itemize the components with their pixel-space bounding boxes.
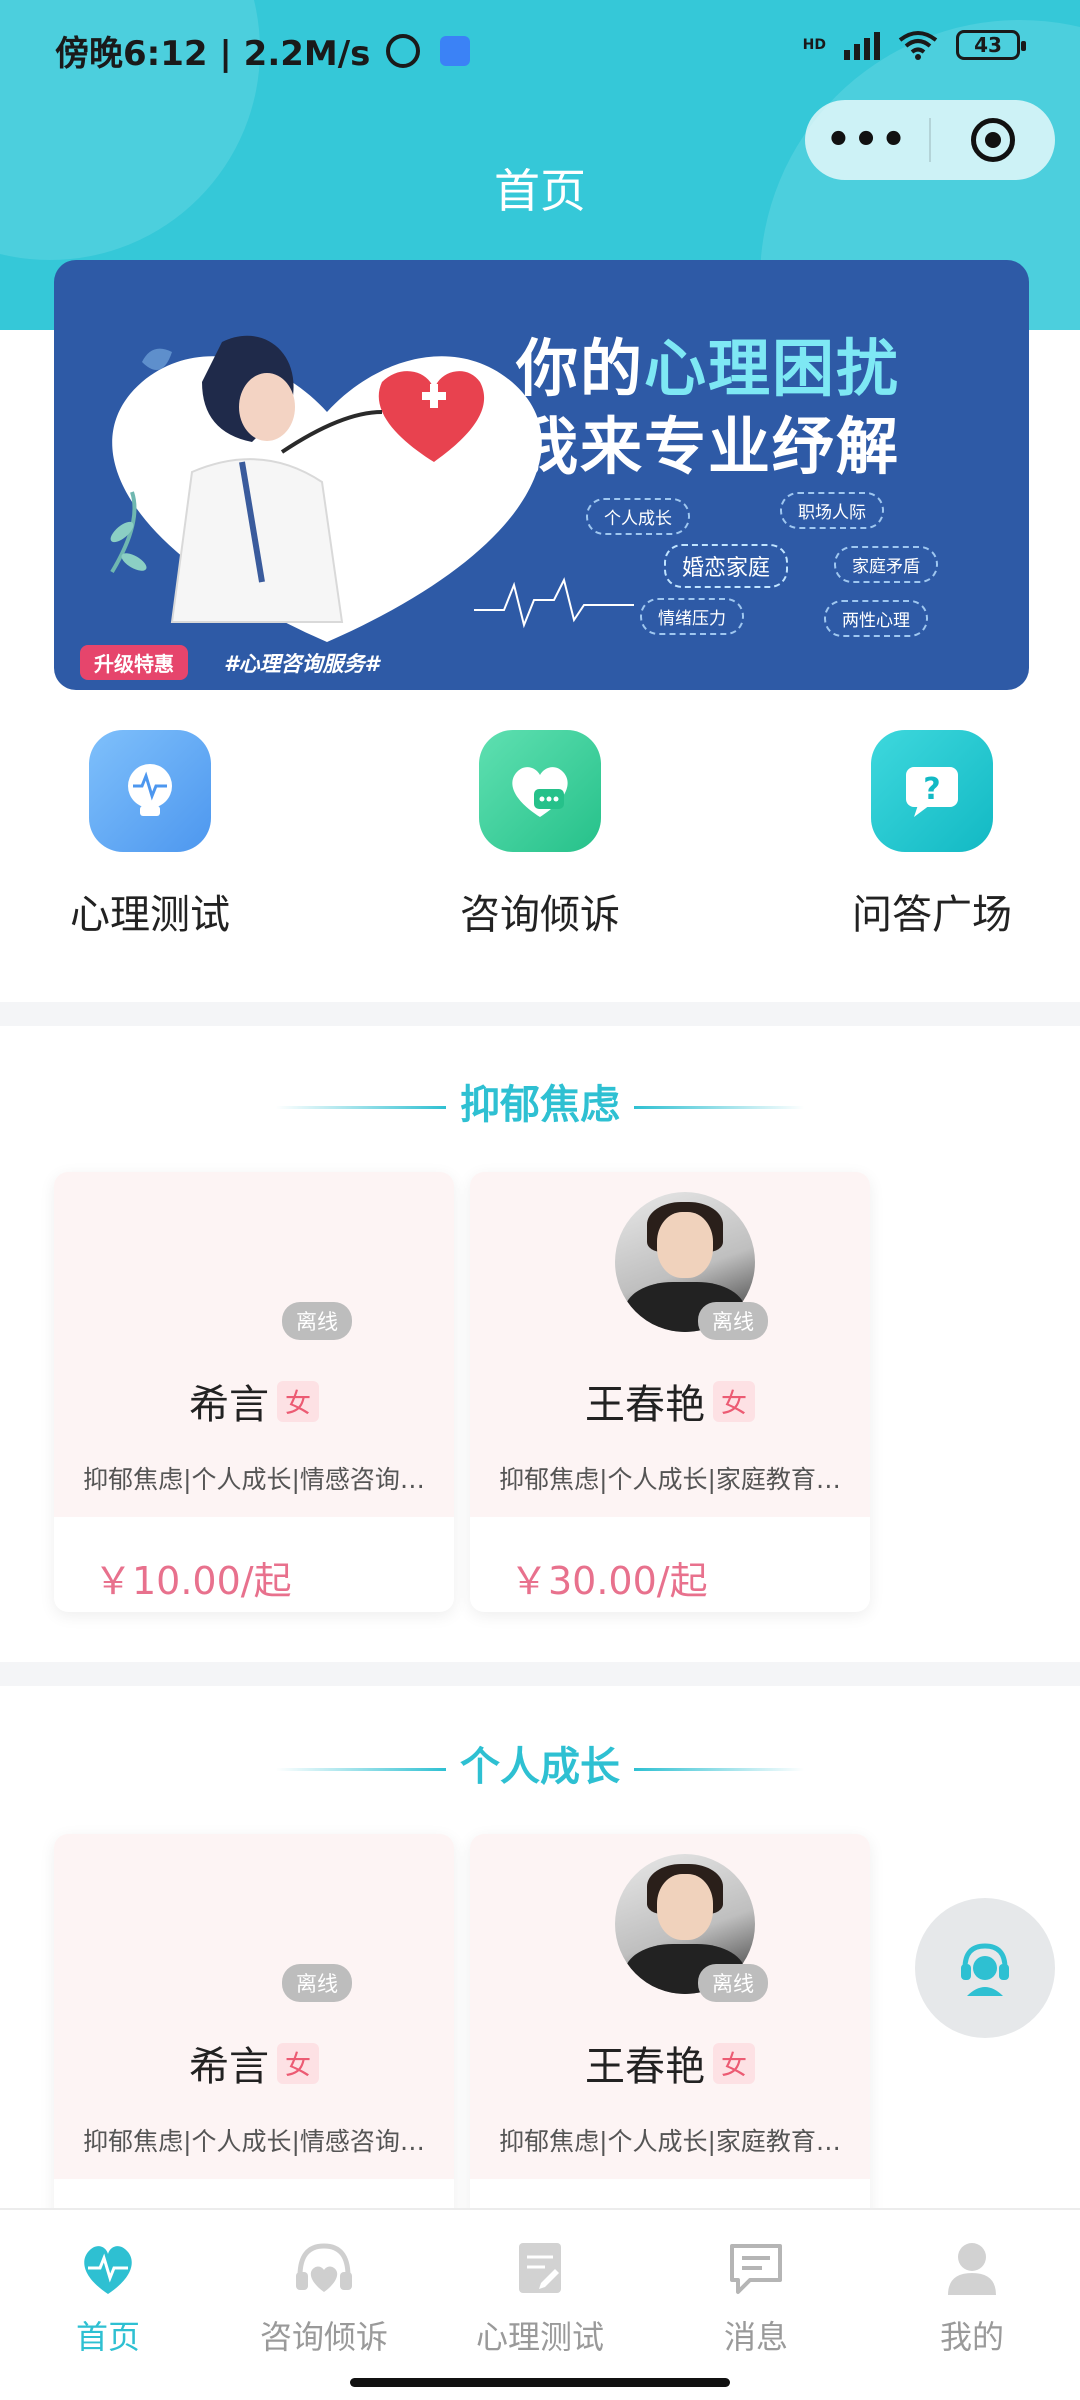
promo-banner[interactable]: 你的心理困扰 我来专业纾解 个人成长 职场人际 婚恋家庭 家庭矛盾 情绪压力 两… (54, 260, 1029, 690)
heart-pulse-icon (0, 2236, 216, 2300)
counselor-price: ￥10.00/起 (94, 1559, 292, 1603)
status-bar: 傍晚6:12 | 2.2M/s HD 43 (0, 0, 1080, 96)
signal-icon (844, 30, 880, 60)
counselor-tags: 抑郁焦虑|个人成长|情感咨询… (83, 1465, 425, 1494)
action-label: 咨询倾诉 (460, 892, 620, 938)
tab-label: 消息 (723, 2318, 788, 2356)
tab-label: 我的 (939, 2318, 1004, 2356)
counselor-name: 王春艳 (584, 1382, 705, 1428)
message-icon (648, 2236, 864, 2300)
headset-heart-icon (216, 2236, 432, 2300)
heart-chat-icon (479, 730, 601, 852)
home-indicator[interactable] (350, 2378, 730, 2387)
bottom-tab-bar: 首页 咨询倾诉 心理测试 消息 我的 (0, 2208, 1080, 2400)
banner-tag: 家庭矛盾 (834, 546, 938, 583)
banner-tag: 婚恋家庭 (664, 544, 789, 588)
promo-text: #心理咨询服务# (224, 652, 380, 676)
gender-badge: 女 (276, 1380, 319, 1422)
action-label: 心理测试 (70, 892, 230, 938)
status-time-speed: 傍晚6:12 | 2.2M/s (55, 34, 371, 74)
pulse-line-icon (474, 577, 634, 629)
tab-psych-test[interactable]: 心理测试 (432, 2236, 648, 2358)
section-divider (0, 1662, 1080, 1686)
alarm-icon (386, 33, 421, 68)
banner-tag: 职场人际 (780, 492, 884, 529)
action-label: 问答广场 (852, 892, 1012, 938)
promo-badge: 升级特惠 (80, 645, 188, 680)
counselor-price: ￥30.00/起 (510, 1559, 708, 1603)
banner-tag: 情绪压力 (640, 598, 744, 635)
gender-badge: 女 (712, 1380, 755, 1422)
lightbulb-pulse-icon (89, 730, 211, 852)
tab-label: 首页 (75, 2318, 140, 2356)
wifi-icon (898, 31, 938, 60)
status-badge: 离线 (282, 1302, 352, 1340)
counselor-tags: 抑郁焦虑|个人成长|家庭教育… (499, 2127, 841, 2156)
gender-badge: 女 (712, 2042, 755, 2084)
counselor-name: 王春艳 (584, 2044, 705, 2090)
action-qa-square[interactable]: ? 问答广场 (802, 730, 1062, 940)
status-badge: 离线 (282, 1964, 352, 2002)
action-psych-test[interactable]: 心理测试 (20, 730, 280, 940)
status-badge: 离线 (698, 1302, 768, 1340)
app-badge-icon (440, 35, 471, 66)
section-title: 抑郁焦虑 (0, 1072, 1080, 1130)
banner-tag: 两性心理 (824, 600, 928, 637)
status-badge: 离线 (698, 1964, 768, 2002)
tab-home[interactable]: 首页 (0, 2236, 216, 2358)
battery-icon: 43 (956, 30, 1026, 60)
counselor-card[interactable]: 离线 希言女 抑郁焦虑|个人成长|情感咨询… ￥10.00/起 (54, 1172, 454, 1612)
banner-tag: 个人成长 (586, 498, 690, 535)
headset-icon (961, 1943, 1009, 1996)
banner-headline: 你的心理困扰 我来专业纾解 (516, 332, 901, 483)
counselor-tags: 抑郁焦虑|个人成长|情感咨询… (83, 2127, 425, 2156)
section-title: 个人成长 (0, 1734, 1080, 1792)
page-title: 首页 (494, 164, 586, 218)
customer-service-button[interactable] (915, 1898, 1055, 2038)
tab-messages[interactable]: 消息 (648, 2236, 864, 2358)
tab-label: 心理测试 (475, 2318, 604, 2356)
tab-label: 咨询倾诉 (259, 2318, 388, 2356)
svg-text:?: ? (923, 772, 940, 807)
question-bubble-icon: ? (871, 730, 993, 852)
counselor-name: 希言 (188, 2044, 269, 2090)
clipboard-icon (432, 2236, 648, 2300)
tab-consult[interactable]: 咨询倾诉 (216, 2236, 432, 2358)
section-divider (0, 1002, 1080, 1026)
gender-badge: 女 (276, 2042, 319, 2084)
counselor-name: 希言 (188, 1382, 269, 1428)
counselor-tags: 抑郁焦虑|个人成长|家庭教育… (499, 1465, 841, 1494)
network-label: HD (802, 37, 826, 53)
counselor-card[interactable]: 离线 王春艳女 抑郁焦虑|个人成长|家庭教育… ￥30.00/起 (470, 1172, 870, 1612)
action-consult[interactable]: 咨询倾诉 (410, 730, 670, 940)
quick-actions: 心理测试 咨询倾诉 ? 问答广场 (0, 730, 1080, 960)
user-icon (864, 2236, 1080, 2300)
more-icon[interactable]: ••• (805, 120, 929, 160)
tab-me[interactable]: 我的 (864, 2236, 1080, 2358)
